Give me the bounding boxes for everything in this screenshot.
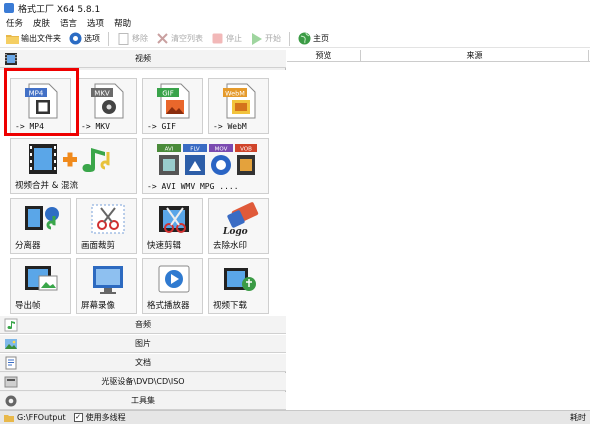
tile-format-player[interactable]: 格式播放器: [142, 258, 203, 314]
svg-text:VOB: VOB: [240, 147, 252, 153]
export-frames-icon: [25, 266, 58, 291]
tile-video-download[interactable]: 视频下载: [208, 258, 269, 314]
video-download-icon: [224, 268, 256, 291]
clear-x-icon: [156, 32, 169, 45]
multithread-checkbox[interactable]: ✓: [73, 413, 83, 422]
title-bar: 格式工厂 X64 5.8.1: [0, 0, 590, 16]
picture-icon: [4, 337, 18, 351]
multithread-label: 使用多线程: [85, 413, 126, 422]
remove-button[interactable]: 移除: [117, 32, 148, 45]
clear-list-button[interactable]: 清空列表: [156, 32, 203, 45]
tile-to-mkv[interactable]: MKV -> MKV: [76, 78, 137, 134]
document-icon: [4, 356, 18, 370]
remove-watermark-icon: Logo: [222, 202, 259, 237]
globe-icon: [298, 32, 311, 45]
player-icon: [158, 265, 190, 293]
svg-text:GIF: GIF: [162, 90, 174, 98]
home-button[interactable]: 主页: [298, 32, 329, 45]
tile-to-webm[interactable]: WebM -> WebM: [208, 78, 269, 134]
output-folder-icon: [4, 413, 14, 423]
tile-remove-watermark[interactable]: Logo 去除水印: [208, 198, 269, 254]
multi-format-icon: AVI FLV MOV VOB: [157, 144, 257, 175]
tile-screen-record[interactable]: 屏幕录像: [76, 258, 137, 314]
task-list-header: 预览 来源: [287, 50, 590, 62]
category-toolbox[interactable]: 工具集: [0, 392, 286, 410]
menu-language[interactable]: 语言: [60, 17, 77, 29]
gif-file-icon: GIF: [157, 83, 190, 119]
output-folder-button[interactable]: 输出文件夹: [6, 32, 61, 45]
webm-file-icon: WebM: [223, 83, 256, 119]
menu-task[interactable]: 任务: [6, 17, 23, 29]
category-video[interactable]: 视频: [0, 50, 286, 68]
mkv-file-icon: MKV: [91, 83, 124, 119]
disc-drive-icon: [4, 375, 18, 389]
toolbox-gear-icon: [4, 394, 18, 408]
tile-export-frames[interactable]: 导出帧: [10, 258, 71, 314]
film-icon: [4, 52, 18, 66]
function-panel: 视频 MP4 -> MP4 MKV -> MKV GIF -> GIF WebM…: [0, 50, 286, 410]
task-list[interactable]: 预览 来源: [287, 50, 590, 410]
toolbar-divider: [108, 31, 109, 46]
svg-text:AVI: AVI: [165, 147, 174, 153]
quick-clip-icon: [159, 206, 189, 233]
stop-button[interactable]: 停止: [211, 32, 242, 45]
crop-icon: [91, 204, 125, 234]
highlight-box: [4, 68, 79, 136]
app-icon: [4, 3, 14, 13]
category-audio[interactable]: 音频: [0, 316, 286, 334]
menu-options[interactable]: 选项: [87, 17, 104, 29]
options-button[interactable]: 选项: [69, 32, 100, 45]
menu-skin[interactable]: 皮肤: [33, 17, 50, 29]
category-document[interactable]: 文档: [0, 354, 286, 372]
category-rom-device[interactable]: 光驱设备\DVD\CD\ISO: [0, 373, 286, 391]
menu-bar: 任务 皮肤 语言 选项 帮助: [0, 16, 590, 30]
elapsed-label: 耗时: [570, 413, 586, 422]
stop-icon: [211, 32, 224, 45]
remove-doc-icon: [117, 32, 130, 45]
status-bar: G:\FFOutput ✓ 使用多线程 耗时: [0, 410, 590, 424]
svg-text:FLV: FLV: [190, 147, 200, 153]
category-image[interactable]: 图片: [0, 335, 286, 353]
window-title: 格式工厂 X64 5.8.1: [18, 4, 101, 15]
music-note-icon: [4, 318, 18, 332]
splitter-icon: [25, 206, 59, 230]
toolbar: 输出文件夹 选项 移除 清空列表 停止 开始 主页: [0, 30, 590, 48]
tile-crop[interactable]: 画面裁剪: [76, 198, 137, 254]
options-gear-icon: [69, 32, 82, 45]
tile-video-merge[interactable]: 视频合并 & 混流: [10, 138, 137, 194]
toolbar-divider: [289, 31, 290, 46]
column-source[interactable]: 来源: [361, 50, 589, 61]
svg-text:MKV: MKV: [94, 90, 110, 98]
screen-record-icon: [93, 266, 123, 294]
play-icon: [250, 32, 263, 45]
svg-text:WebM: WebM: [225, 90, 245, 98]
tile-to-other-formats[interactable]: AVI FLV MOV VOB -> AVI WMV MPG ....: [142, 138, 269, 194]
video-merge-icon: [29, 144, 110, 174]
tile-to-gif[interactable]: GIF -> GIF: [142, 78, 203, 134]
tile-quick-clip[interactable]: 快速剪辑: [142, 198, 203, 254]
output-path[interactable]: G:\FFOutput: [17, 413, 66, 422]
column-preview[interactable]: 预览: [287, 50, 361, 61]
menu-help[interactable]: 帮助: [114, 17, 131, 29]
svg-text:Logo: Logo: [222, 227, 248, 237]
folder-icon: [6, 32, 19, 45]
tile-splitter[interactable]: 分离器: [10, 198, 71, 254]
svg-text:MOV: MOV: [215, 147, 228, 153]
start-button[interactable]: 开始: [250, 32, 281, 45]
